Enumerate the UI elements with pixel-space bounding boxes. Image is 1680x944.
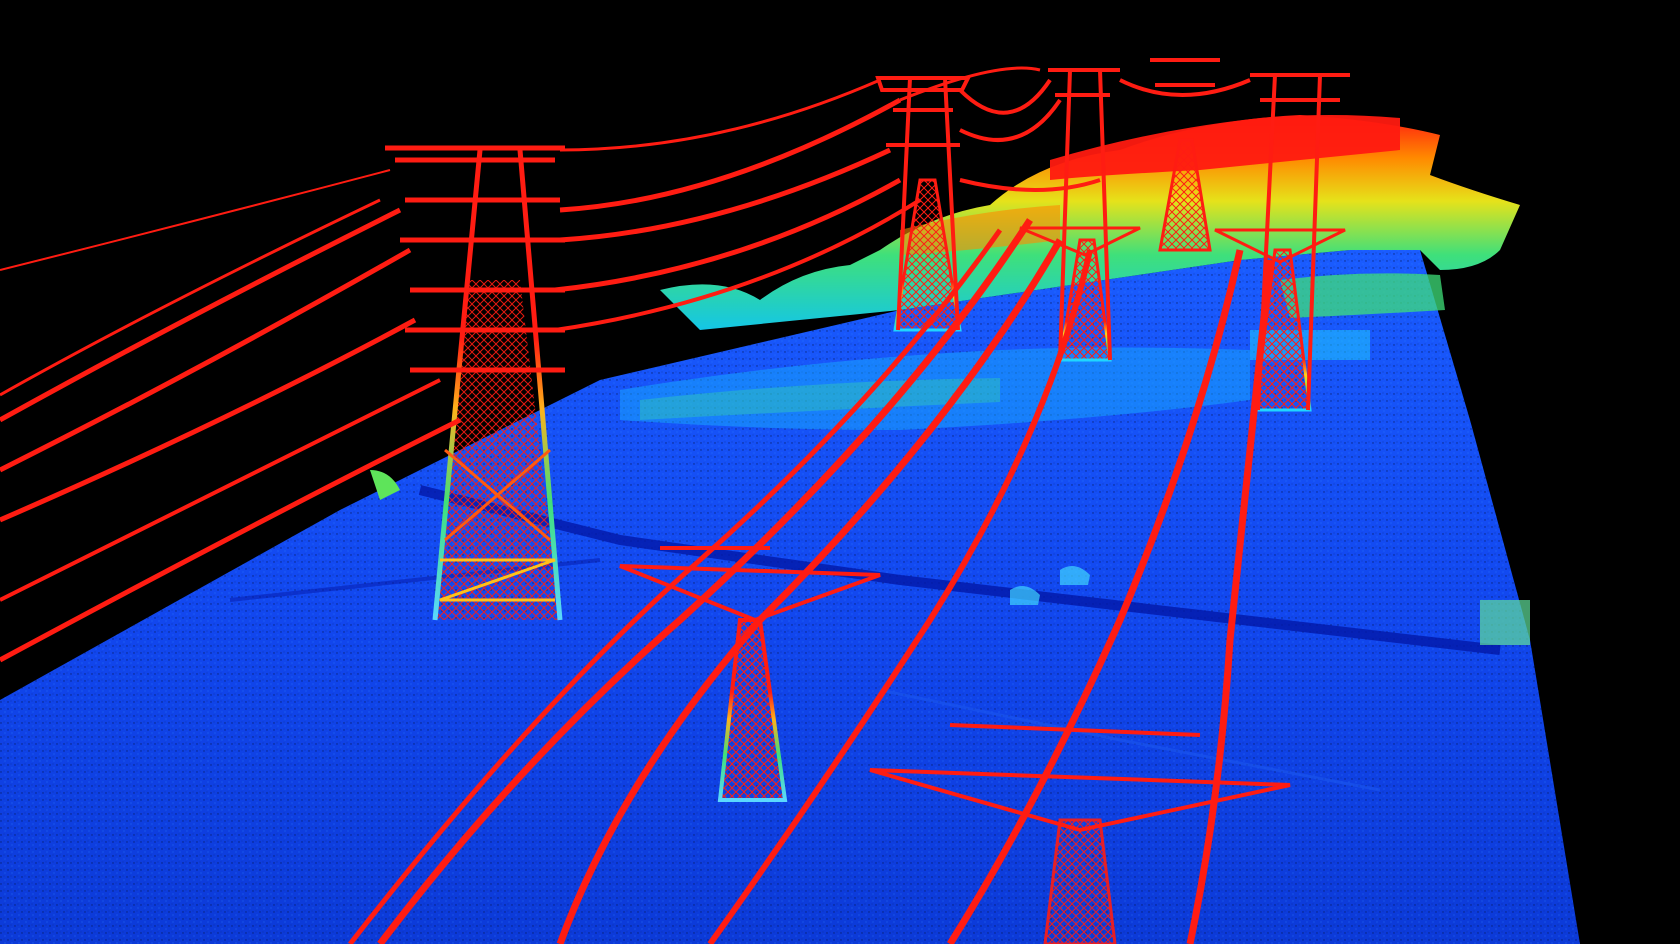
- point-cloud-viewport: [0, 0, 1680, 944]
- lidar-scene: [0, 58, 1580, 944]
